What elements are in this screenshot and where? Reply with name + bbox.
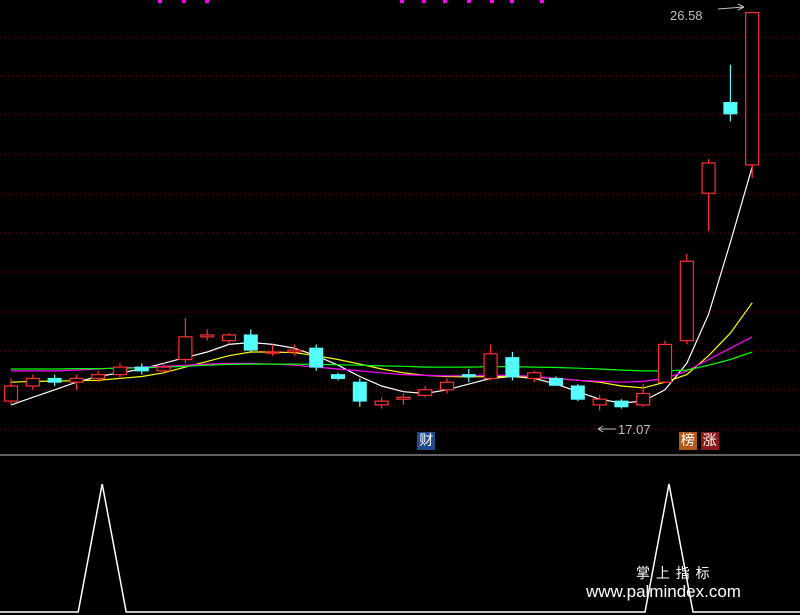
candle [309, 344, 324, 371]
watermark-url: www.palmindex.com [586, 582, 741, 601]
candle-body-up [701, 162, 716, 194]
candle-body-up [221, 334, 237, 342]
top-marker [422, 0, 426, 3]
candle [287, 344, 302, 356]
candle-body-down [243, 334, 258, 351]
candle-body-up [418, 389, 433, 397]
candle-body-up [374, 400, 389, 406]
event-tag: 财 [417, 432, 436, 450]
candle-body-up [91, 374, 106, 380]
candle-body-up [527, 372, 542, 380]
top-marker [540, 0, 544, 3]
top-marker [467, 0, 471, 3]
candle [483, 344, 498, 381]
candle [679, 253, 694, 345]
candle-body-up [745, 11, 760, 166]
candle-body-up [483, 353, 498, 380]
candle [352, 378, 367, 407]
candle [614, 399, 629, 409]
moving-average-line [11, 336, 753, 383]
candle [461, 368, 476, 383]
candle [47, 374, 62, 386]
candle [221, 333, 237, 345]
top-marker [490, 0, 494, 3]
candle-body-up [636, 392, 651, 406]
candle [396, 393, 411, 405]
candle-body-down [47, 377, 62, 383]
low-price-label: 17.07 [618, 422, 651, 437]
candle-body-up [439, 381, 455, 391]
candle [439, 378, 455, 394]
candle-body-up [112, 366, 128, 376]
candle-body-down [461, 374, 476, 378]
high-price-label: 26.58 [670, 8, 703, 23]
candle-body-down [614, 400, 629, 408]
candle [701, 159, 716, 232]
candle-body-up [657, 343, 673, 383]
candle [25, 374, 40, 390]
candle-body-up [25, 377, 40, 387]
candle [657, 340, 673, 383]
candle-body-up [178, 336, 193, 361]
candle-body-down [505, 357, 520, 378]
candle [178, 317, 193, 364]
candle [505, 351, 520, 381]
top-magenta-markers [158, 0, 544, 3]
candle [374, 397, 389, 409]
candle [745, 11, 760, 179]
candle [418, 385, 433, 398]
candlesticks [3, 11, 760, 411]
top-marker [510, 0, 514, 3]
event-tag: 涨 [700, 432, 719, 450]
candle [570, 384, 585, 402]
candle-body-down [352, 381, 367, 402]
candle-body-up [265, 351, 280, 354]
candle-body-up [679, 260, 694, 342]
candle-body-down [723, 101, 738, 115]
event-tag: 榜 [678, 432, 697, 450]
candle-body-down [134, 366, 149, 372]
top-marker [158, 0, 162, 3]
candle-body-up [69, 377, 84, 383]
high-arrow [717, 3, 745, 11]
top-marker [443, 0, 447, 3]
candle-body-down [570, 385, 585, 400]
candle-body-up [396, 396, 411, 400]
candle-body-down [331, 374, 345, 379]
candle-body-up [592, 398, 607, 406]
candle [549, 376, 563, 386]
candle [69, 374, 84, 390]
stock-chart: 26.58 17.07 [0, 0, 800, 613]
top-marker [182, 0, 186, 3]
low-arrow [597, 425, 616, 433]
candle-body-up [3, 385, 19, 402]
top-marker [400, 0, 404, 3]
candle-body-down [549, 377, 563, 386]
watermark-title: 掌 上 指 标 [636, 565, 711, 581]
candle-body-up [287, 349, 302, 353]
candle [331, 372, 345, 381]
candle [134, 363, 149, 375]
candle-body-up [200, 334, 215, 338]
candle [200, 329, 215, 341]
candle-body-down [309, 347, 324, 368]
candle [527, 370, 542, 383]
candle [265, 344, 280, 356]
candle [112, 363, 128, 379]
candle-body-up [156, 366, 171, 372]
candle [243, 329, 258, 352]
candle [723, 64, 738, 122]
top-marker [205, 0, 209, 3]
